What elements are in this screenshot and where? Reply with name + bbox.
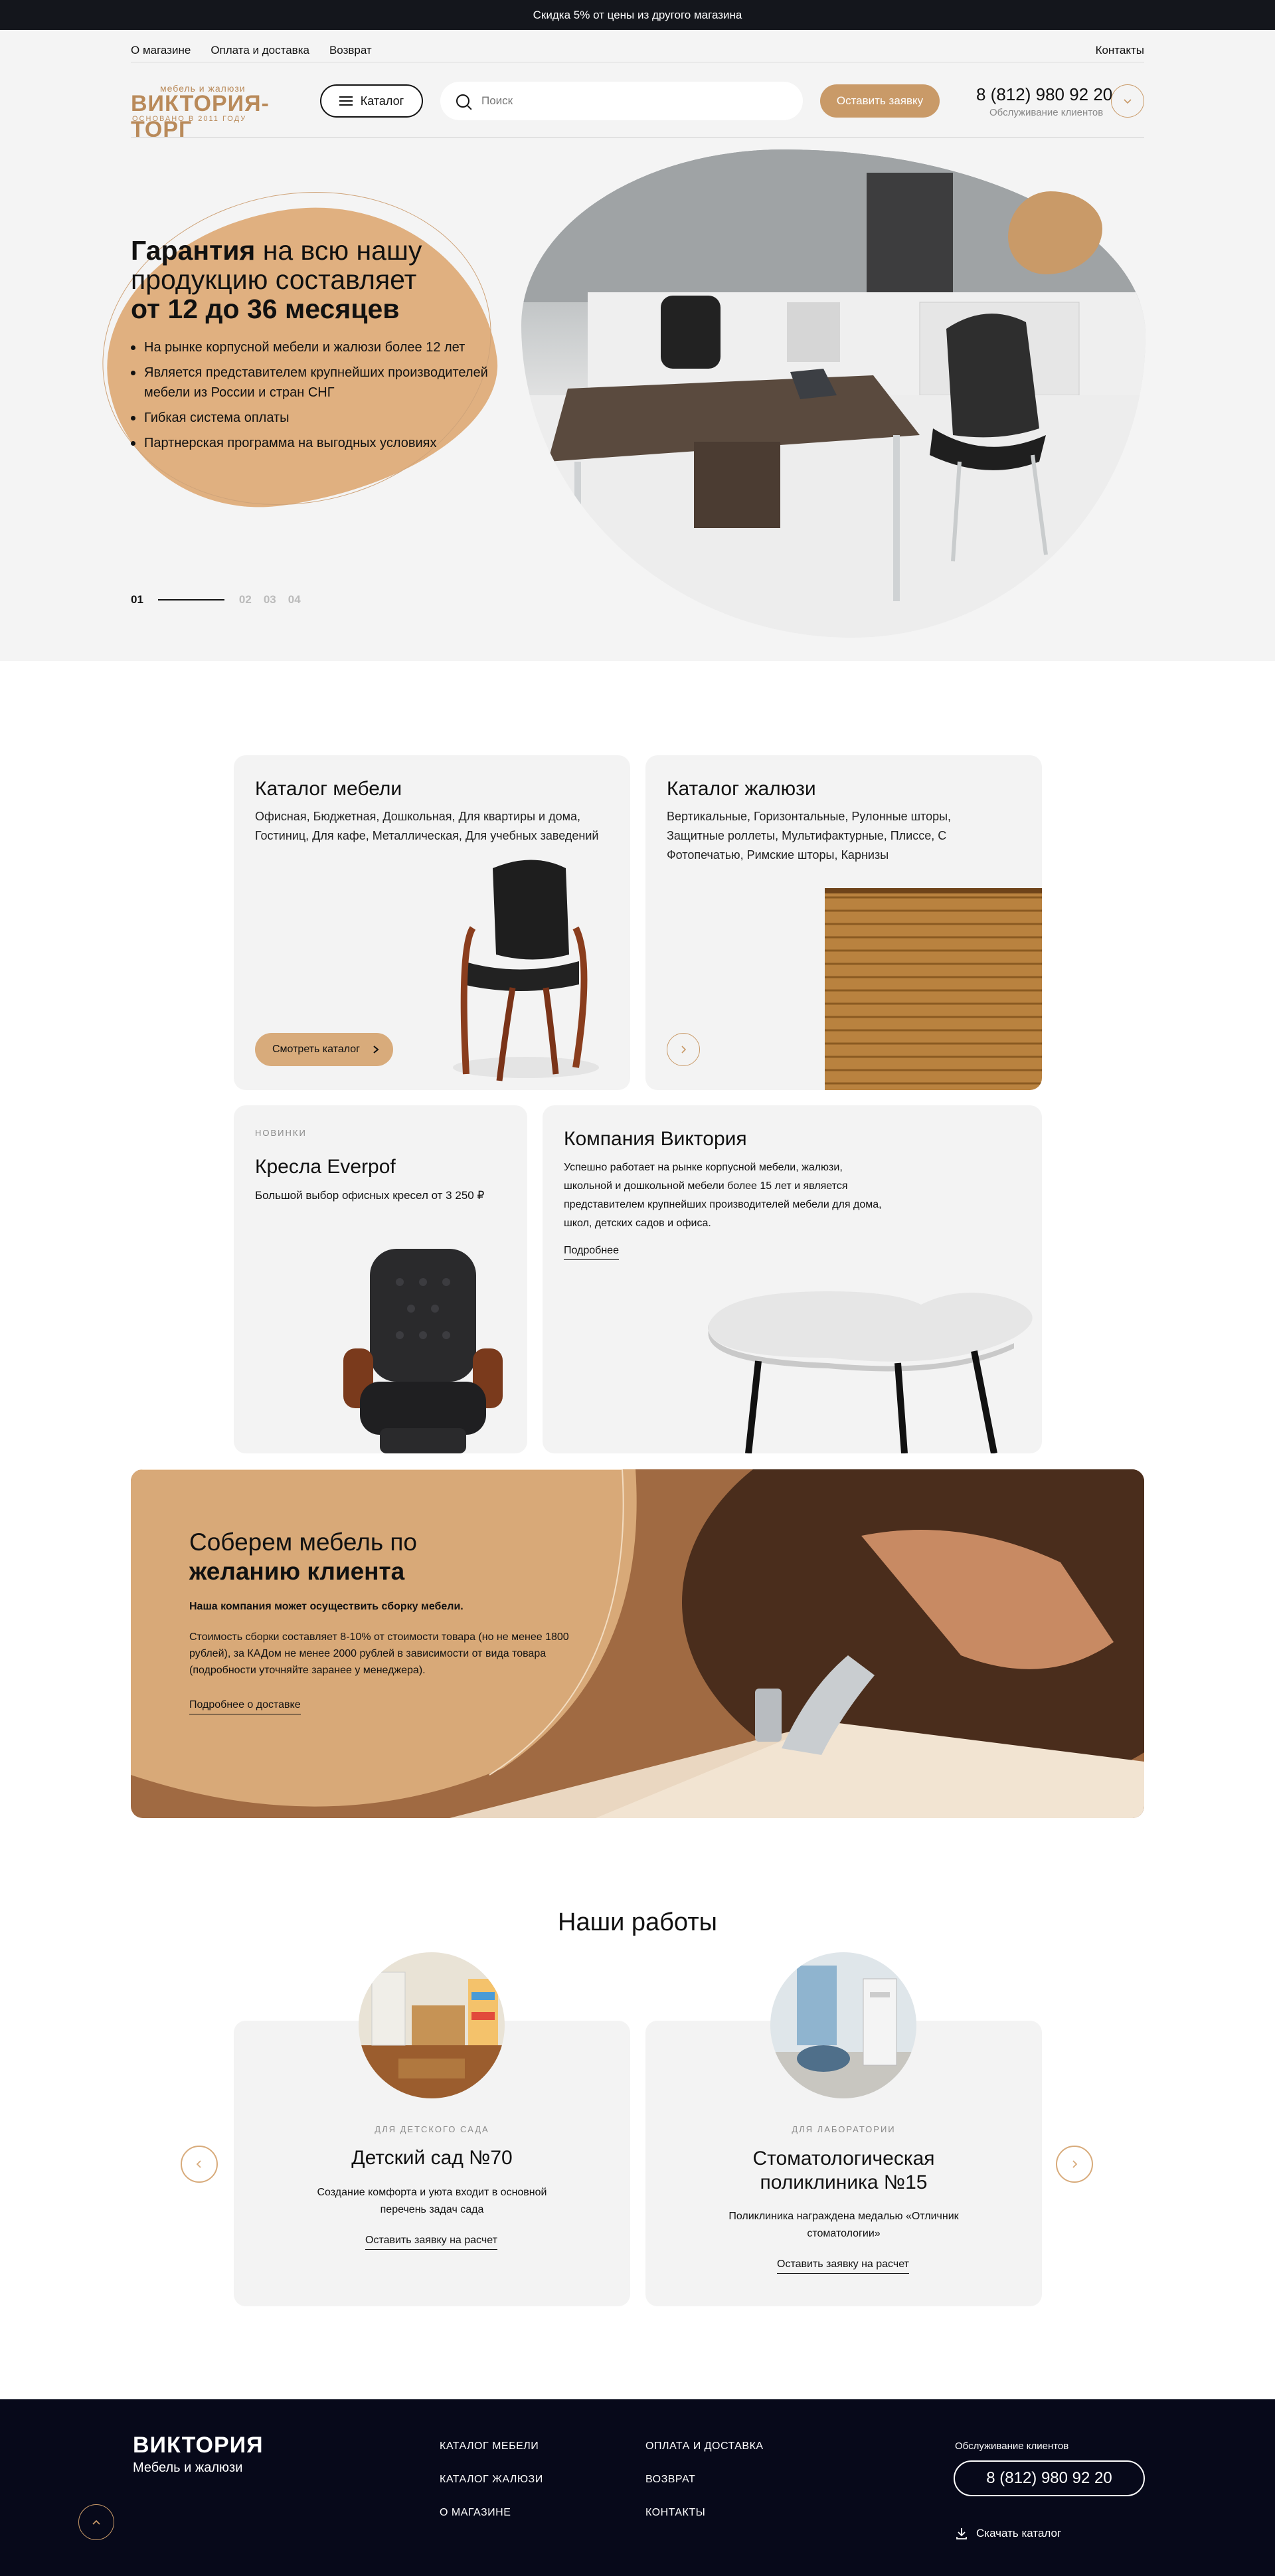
works-title: Наши работы <box>558 1908 717 1936</box>
footer-brand-sub: Мебель и жалюзи <box>133 2460 243 2475</box>
assembly-text: Стоимость сборки составляет 8-10% от сто… <box>189 1631 569 1676</box>
company-more-link[interactable]: Подробнее <box>564 1245 619 1260</box>
hero-benefit: Является представителем крупнейших произ… <box>131 363 516 403</box>
footer-brand: ВИКТОРИЯ <box>133 2433 264 2458</box>
download-icon <box>956 2528 967 2539</box>
promo-text: Скидка 5% от цены из другого магазина <box>533 8 742 21</box>
furniture-catalog-text: Офисная, Бюджетная, Дошкольная, Для квар… <box>255 810 599 842</box>
nav-about[interactable]: О магазине <box>131 44 191 57</box>
work-category: ДЛЯ ДЕТСКОГО САДА <box>375 2124 489 2134</box>
assembly-title-line1: Соберем мебель по <box>189 1528 418 1556</box>
hero-title-bold: Гарантия <box>131 235 256 266</box>
company-title: Компания Виктория <box>564 1128 747 1150</box>
work-request-link[interactable]: Оставить заявку на расчет <box>777 2258 909 2274</box>
wooden-blinds-image <box>825 888 1042 1090</box>
main-header: мебель и жалюзи ВИКТОРИЯ-ТОРГ ОСНОВАНО В… <box>131 76 1144 142</box>
kindergarten-photo <box>359 1952 505 2098</box>
download-catalog-link[interactable]: Скачать каталог <box>955 2527 1061 2540</box>
catalog-button-label: Каталог <box>360 94 404 108</box>
slide-progress <box>157 599 224 600</box>
assembly-banner: Соберем мебель по желанию клиента Наша к… <box>131 1469 1144 1818</box>
footer-phone-button[interactable]: 8 (812) 980 92 20 <box>954 2460 1145 2496</box>
work-text: Создание комфорта и уюта входит в основн… <box>317 2187 547 2215</box>
footer-service-label: Обслуживание клиентов <box>955 2440 1069 2452</box>
slide-3[interactable]: 03 <box>264 593 276 606</box>
hero-title-line2: продукцию составляет <box>131 264 417 295</box>
footer-link-about[interactable]: О МАГАЗИНЕ <box>440 2507 511 2519</box>
logo[interactable]: мебель и жалюзи ВИКТОРИЯ-ТОРГ ОСНОВАНО В… <box>131 80 303 142</box>
secondary-nav: О магазине Оплата и доставка Возврат Кон… <box>131 39 1144 62</box>
work-request-link[interactable]: Оставить заявку на расчет <box>365 2235 497 2250</box>
work-category: ДЛЯ ЛАБОРАТОРИИ <box>792 2124 896 2134</box>
hero-benefit: Партнерская программа на выгодных услови… <box>131 433 516 453</box>
header-divider <box>131 137 1144 138</box>
work-title: Стоматологическая поликлиника №15 <box>752 2148 935 2193</box>
nav-payment-delivery[interactable]: Оплата и доставка <box>211 44 309 57</box>
menu-icon <box>339 96 353 106</box>
footer-link-return[interactable]: ВОЗВРАТ <box>645 2474 695 2486</box>
delivery-more-link[interactable]: Подробнее о доставке <box>189 1699 301 1714</box>
footer-link-blinds[interactable]: КАТАЛОГ ЖАЛЮЗИ <box>440 2474 543 2486</box>
hero-title-period: от 12 до 36 месяцев <box>131 294 400 324</box>
footer-link-contacts[interactable]: КОНТАКТЫ <box>645 2507 705 2519</box>
chevron-up-icon <box>92 2520 100 2525</box>
hero-title: Гарантия на всю нашу продукцию составляе… <box>131 236 503 323</box>
search-input[interactable] <box>481 94 774 108</box>
work-title: Детский сад №70 <box>351 2147 513 2169</box>
chevron-left-icon <box>196 2160 201 2168</box>
chairs-title: Кресла Everpof <box>255 1156 396 1178</box>
assembly-title: Соберем мебель по желанию клиента <box>189 1528 417 1586</box>
chevron-right-icon <box>373 1046 379 1054</box>
work-text: Поликлиника награждена медалью «Отличник… <box>728 2211 959 2239</box>
chevron-right-icon <box>1072 2160 1078 2168</box>
works-prev-button[interactable] <box>181 2146 218 2183</box>
chairs-new-label: НОВИНКИ <box>255 1128 307 1138</box>
chevron-right-icon <box>681 1046 687 1054</box>
header-phone[interactable]: 8 (812) 980 92 20 <box>976 84 1112 105</box>
nav-return[interactable]: Возврат <box>329 44 372 57</box>
search-icon <box>456 94 469 108</box>
assembly-lead: Наша компания может осуществить сборку м… <box>189 1601 464 1612</box>
slide-2[interactable]: 02 <box>239 593 252 606</box>
hero-benefit: На рынке корпусной мебели и жалюзи более… <box>131 337 516 357</box>
white-table-image <box>708 1291 1033 1453</box>
furniture-catalog-card[interactable]: Каталог мебели Офисная, Бюджетная, Дошко… <box>234 755 630 1090</box>
blinds-catalog-title: Каталог жалюзи <box>667 778 816 800</box>
download-catalog-label: Скачать каталог <box>976 2527 1062 2539</box>
hero-benefits: На рынке корпусной мебели и жалюзи более… <box>131 337 516 458</box>
chevron-down-icon <box>1124 99 1132 104</box>
footer-link-delivery[interactable]: ОПЛАТА И ДОСТАВКА <box>645 2440 764 2452</box>
wooden-chair-image <box>453 860 599 1081</box>
blinds-catalog-text: Вертикальные, Горизонтальные, Рулонные ш… <box>667 810 952 862</box>
slide-1[interactable]: 01 <box>131 593 143 606</box>
chairs-card[interactable]: НОВИНКИ Кресла Everpof Большой выбор офи… <box>234 1105 527 1453</box>
company-text: Успешно работает на рынке корпусной мебе… <box>564 1162 882 1229</box>
assembly-title-line2: желанию клиента <box>189 1558 405 1585</box>
catalog-button[interactable]: Каталог <box>320 84 423 118</box>
dental-clinic-photo <box>770 1952 916 2098</box>
nav-contacts[interactable]: Контакты <box>1096 44 1144 57</box>
slide-4[interactable]: 04 <box>288 593 301 606</box>
view-catalog-button[interactable]: Смотреть каталог <box>255 1033 393 1066</box>
footer: ВИКТОРИЯ Мебель и жалюзи КАТАЛОГ МЕБЕЛИ … <box>0 2399 1275 2576</box>
view-catalog-label: Смотреть каталог <box>272 1044 360 1055</box>
slider-pagination: 01 02 03 04 <box>131 593 301 606</box>
blinds-catalog-arrow[interactable] <box>667 1033 700 1066</box>
blinds-catalog-card[interactable]: Каталог жалюзи Вертикальные, Горизонталь… <box>645 755 1042 1090</box>
scroll-to-top-button[interactable] <box>78 2504 114 2540</box>
hero-title-rest: на всю нашу <box>255 235 422 266</box>
request-button[interactable]: Оставить заявку <box>820 84 940 118</box>
chairs-price-text: Большой выбор офисных кресел от 3 250 ₽ <box>255 1189 485 1202</box>
works-next-button[interactable] <box>1056 2146 1093 2183</box>
hero-benefit: Гибкая система оплаты <box>131 408 516 428</box>
company-card: Компания Виктория Успешно работает на ры… <box>543 1105 1042 1453</box>
leather-office-chair-image <box>343 1249 503 1453</box>
footer-link-furniture[interactable]: КАТАЛОГ МЕБЕЛИ <box>440 2440 539 2452</box>
header-phone-caption: Обслуживание клиентов <box>989 107 1104 118</box>
search-bar <box>440 82 803 120</box>
promo-topbar: Скидка 5% от цены из другого магазина <box>0 0 1275 30</box>
logo-since: ОСНОВАНО В 2011 ГОДУ <box>132 115 247 123</box>
furniture-catalog-title: Каталог мебели <box>255 778 402 800</box>
header-expand-button[interactable] <box>1111 84 1144 118</box>
